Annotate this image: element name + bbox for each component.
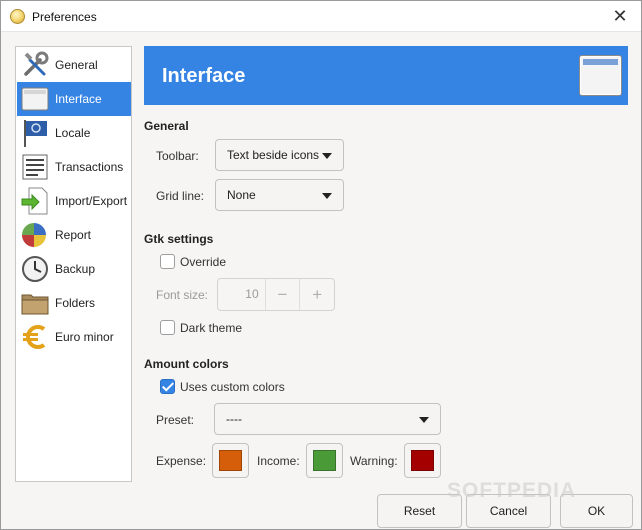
override-label: Override [180, 255, 227, 269]
sidebar-item-label: Folders [55, 296, 96, 310]
window-icon [20, 84, 50, 114]
sidebar-item-label: Backup [55, 262, 96, 276]
flag-icon [20, 118, 50, 148]
clock-icon [20, 254, 50, 284]
section-amount-title: Amount colors [144, 357, 229, 371]
warning-color-button[interactable] [404, 443, 441, 478]
chevron-down-icon [322, 153, 332, 159]
ok-button[interactable]: OK [560, 494, 633, 528]
preset-label: Preset: [156, 413, 195, 427]
decrement-button[interactable]: − [264, 279, 300, 310]
sidebar-item-label: Locale [55, 126, 91, 140]
sidebar-item-folders[interactable]: Folders [17, 286, 131, 320]
sidebar-item-euro-minor[interactable]: Euro minor [17, 320, 131, 354]
toolbar-label: Toolbar: [156, 149, 199, 163]
income-color-button[interactable] [306, 443, 343, 478]
import-export-icon [20, 186, 50, 216]
toolbar-combo-value: Text beside icons [227, 148, 320, 162]
page-banner: Interface [144, 46, 628, 105]
custom-colors-label: Uses custom colors [180, 380, 285, 394]
chevron-down-icon [419, 417, 429, 423]
custom-colors-checkbox[interactable] [160, 379, 175, 394]
toolbar-combo[interactable]: Text beside icons [215, 139, 344, 171]
sidebar-item-report[interactable]: Report [17, 218, 131, 252]
sidebar-item-label: Euro minor [55, 330, 114, 344]
euro-icon [20, 322, 50, 352]
increment-button[interactable]: + [299, 279, 334, 310]
window-icon [579, 55, 622, 96]
font-size-label: Font size: [156, 288, 209, 302]
gridline-label: Grid line: [156, 189, 205, 203]
page-title: Interface [162, 65, 246, 87]
sidebar-item-label: Interface [55, 92, 102, 106]
list-icon [20, 152, 50, 182]
window-title: Preferences [32, 10, 97, 24]
sidebar-item-label: General [55, 58, 98, 72]
sidebar-item-transactions[interactable]: Transactions [17, 150, 131, 184]
dark-theme-checkbox[interactable] [160, 320, 175, 335]
section-gtk-title: Gtk settings [144, 232, 214, 246]
font-size-spinner[interactable]: 10 − + [217, 278, 335, 311]
section-general-title: General [144, 119, 189, 133]
sidebar-item-label: Report [55, 228, 92, 242]
chevron-down-icon [322, 193, 332, 199]
tools-icon [20, 50, 50, 80]
preset-combo-value: ---- [226, 412, 242, 426]
warning-label: Warning: [350, 454, 398, 468]
expense-label: Expense: [156, 454, 207, 468]
sidebar: General Interface Locale Transactions Im… [15, 46, 132, 482]
preset-combo[interactable]: ---- [214, 403, 441, 435]
income-color-swatch [313, 450, 336, 471]
income-label: Income: [257, 454, 300, 468]
expense-color-swatch [219, 450, 242, 471]
override-checkbox[interactable] [160, 254, 175, 269]
gridline-combo[interactable]: None [215, 179, 344, 211]
sidebar-item-label: Transactions [55, 160, 124, 174]
gridline-combo-value: None [227, 188, 256, 202]
warning-color-swatch [411, 450, 434, 471]
title-bar: Preferences ✕ [1, 1, 641, 32]
sidebar-item-general[interactable]: General [17, 48, 131, 82]
reset-button[interactable]: Reset [377, 494, 462, 528]
sidebar-item-interface[interactable]: Interface [17, 82, 131, 116]
cancel-button[interactable]: Cancel [466, 494, 551, 528]
sidebar-item-label: Import/Export [55, 194, 128, 208]
dark-theme-label: Dark theme [180, 321, 243, 335]
sidebar-item-backup[interactable]: Backup [17, 252, 131, 286]
pie-chart-icon [20, 220, 50, 250]
folder-icon [20, 288, 50, 318]
app-icon [10, 9, 25, 24]
font-size-value[interactable]: 10 [218, 279, 265, 310]
expense-color-button[interactable] [212, 443, 249, 478]
preferences-window: Preferences ✕ General Interface Locale T… [0, 0, 642, 530]
sidebar-item-locale[interactable]: Locale [17, 116, 131, 150]
close-icon[interactable]: ✕ [609, 5, 631, 27]
sidebar-item-import-export[interactable]: Import/Export [17, 184, 131, 218]
